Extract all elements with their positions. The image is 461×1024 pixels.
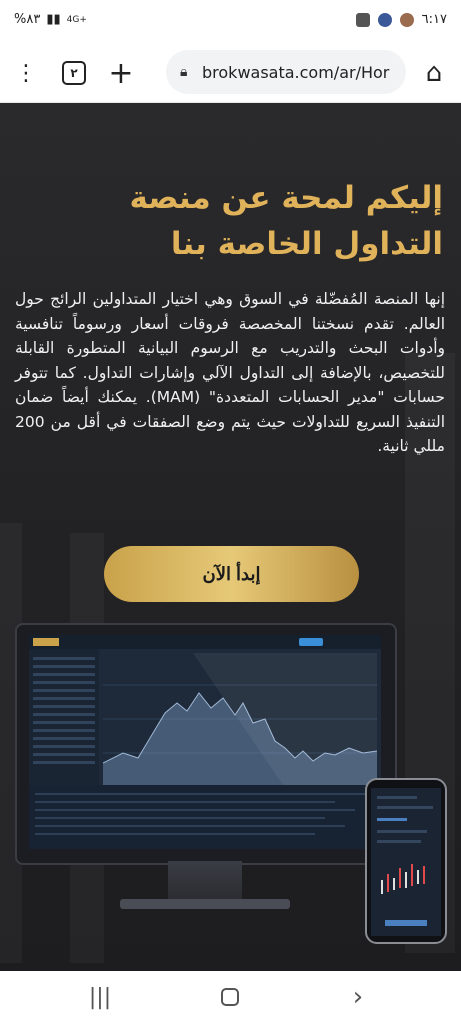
browser-toolbar: ⋮ ٢ + 🔒︎ brokwasata.com/ar/Hor ⌂ <box>0 44 461 103</box>
hero-description: إنها المنصة المُفضّلة في السوق وهي اختيا… <box>15 290 445 455</box>
trades-row <box>35 809 355 811</box>
phone-button <box>385 920 427 926</box>
watchlist-row <box>33 673 95 676</box>
phone-candle <box>399 868 401 888</box>
more-vert-icon[interactable]: ⋮ <box>14 55 38 91</box>
trades-row <box>35 801 335 803</box>
price-chart-graphic <box>103 653 377 785</box>
phone-line <box>377 818 407 821</box>
nav-home-icon[interactable] <box>216 983 244 1011</box>
lock-icon[interactable]: 🔒︎ <box>180 64 194 80</box>
phone-candle <box>387 874 389 892</box>
screen-button <box>299 638 323 646</box>
url-text[interactable]: brokwasata.com/ar/Hor <box>202 63 389 82</box>
platform-monitor-image <box>15 623 397 865</box>
network-type: 4G+ <box>66 14 87 25</box>
status-right: ٦:١٧ <box>355 12 447 27</box>
trades-row <box>35 793 365 795</box>
phone-line <box>377 840 421 843</box>
phone-candle <box>381 880 383 894</box>
watchlist-row <box>33 721 95 724</box>
home-icon[interactable]: ⌂ <box>420 55 448 91</box>
watchlist-row <box>33 657 95 660</box>
page-title: إليكم لمحة عن منصة التداول الخاصة بنا <box>23 175 443 267</box>
trades-row <box>35 817 325 819</box>
monitor-base <box>120 899 290 909</box>
watchlist-row <box>33 713 95 716</box>
platform-phone-image <box>365 778 447 944</box>
watchlist-row <box>33 689 95 692</box>
screen-logo <box>33 638 59 646</box>
trades-row <box>35 825 345 827</box>
watchlist-row <box>33 729 95 732</box>
start-now-button[interactable]: إبدأ الآن <box>104 546 359 602</box>
status-bar: %٨٣ ▮▮ 4G+ ٦:١٧ <box>0 0 461 44</box>
gallery-icon <box>355 12 370 27</box>
monitor-stand <box>168 861 242 901</box>
phone-candle <box>423 866 425 884</box>
hero-section: إليكم لمحة عن منصة التداول الخاصة بنا إن… <box>0 103 461 971</box>
signal-icon: ▮▮ <box>46 12 61 27</box>
watchlist-row <box>33 745 95 748</box>
phone-candle <box>417 870 419 884</box>
phone-candle <box>405 872 407 888</box>
watchlist-row <box>33 697 95 700</box>
monitor-screen <box>29 635 381 849</box>
phone-candle <box>393 878 395 890</box>
phone-candle <box>411 864 413 886</box>
back-icon[interactable]: › <box>344 982 372 1012</box>
watchlist-row <box>33 761 95 764</box>
clock: ٦:١٧ <box>421 12 447 27</box>
tab-switcher-button[interactable]: ٢ <box>56 55 92 91</box>
address-bar[interactable]: 🔒︎ brokwasata.com/ar/Hor <box>166 50 406 94</box>
facebook-icon <box>377 12 392 27</box>
watchlist-row <box>33 705 95 708</box>
screen-trades-table <box>29 785 381 849</box>
status-left: %٨٣ ▮▮ 4G+ <box>14 12 87 27</box>
tab-count: ٢ <box>62 61 86 85</box>
phone-line <box>377 830 427 833</box>
recents-icon[interactable]: ||| <box>86 983 114 1011</box>
screen-header <box>29 635 381 649</box>
plus-icon[interactable]: + <box>106 55 136 91</box>
phone-line <box>377 796 417 799</box>
phone-screen <box>371 788 441 936</box>
watchlist-row <box>33 681 95 684</box>
title-line-1: إليكم لمحة عن منصة <box>129 180 443 216</box>
title-line-2: التداول الخاصة بنا <box>170 226 443 262</box>
watchlist-row <box>33 665 95 668</box>
battery-level: %٨٣ <box>14 12 41 27</box>
avatar <box>399 12 414 27</box>
watchlist-row <box>33 737 95 740</box>
watchlist-row <box>33 753 95 756</box>
trades-row <box>35 833 315 835</box>
phone-line <box>377 806 433 809</box>
system-nav-bar: ||| › <box>0 971 461 1024</box>
